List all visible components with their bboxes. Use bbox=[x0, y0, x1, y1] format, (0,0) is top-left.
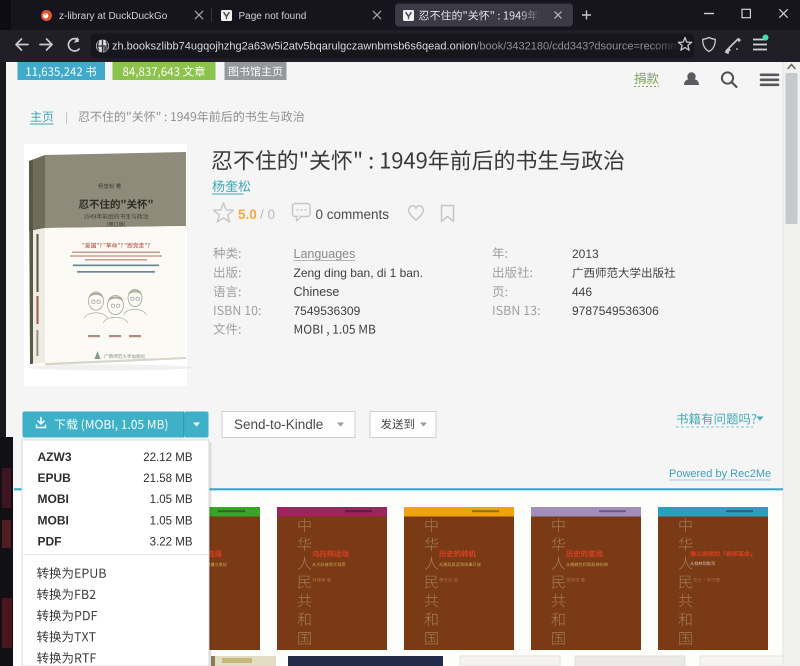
svg-text:AZW3: AZW3 bbox=[38, 450, 72, 464]
svg-text:1.05 MB: 1.05 MB bbox=[150, 515, 193, 527]
svg-text:|: | bbox=[65, 110, 68, 124]
svg-text:0 comments: 0 comments bbox=[316, 207, 390, 222]
svg-text:Send-to-Kindle: Send-to-Kindle bbox=[234, 417, 323, 432]
svg-text:5.0: 5.0 bbox=[238, 207, 257, 222]
svg-text:Zeng ding ban, di 1 ban.: Zeng ding ban, di 1 ban. bbox=[294, 266, 423, 280]
svg-text:7549536309: 7549536309 bbox=[294, 304, 361, 318]
svg-text:Languages: Languages bbox=[294, 247, 356, 261]
svg-text:9787549536306: 9787549536306 bbox=[572, 304, 659, 318]
svg-text:MOBI: MOBI bbox=[38, 513, 69, 527]
svg-text:Page not found: Page not found bbox=[239, 11, 307, 22]
svg-text:22.12 MB: 22.12 MB bbox=[143, 452, 193, 464]
svg-text:zh.bookszlibb74ugqojhzhg2a63w5: zh.bookszlibb74ugqojhzhg2a63w5i2atv5bqar… bbox=[112, 41, 477, 53]
svg-text:Powered by Rec2Me: Powered by Rec2Me bbox=[669, 468, 771, 480]
svg-text:446: 446 bbox=[572, 285, 592, 299]
svg-text:2013: 2013 bbox=[572, 247, 599, 261]
svg-text:z-library at DuckDuckGo: z-library at DuckDuckGo bbox=[59, 11, 168, 22]
svg-text:Chinese: Chinese bbox=[294, 285, 340, 299]
svg-text:MOBI: MOBI bbox=[38, 492, 69, 506]
svg-text:/ 0: / 0 bbox=[260, 207, 275, 222]
svg-text:1.05 MB: 1.05 MB bbox=[150, 494, 193, 506]
svg-text:PDF: PDF bbox=[38, 535, 62, 549]
svg-text:EPUB: EPUB bbox=[38, 471, 72, 485]
svg-text:21.58 MB: 21.58 MB bbox=[143, 473, 193, 485]
svg-text:3.22 MB: 3.22 MB bbox=[150, 537, 193, 549]
